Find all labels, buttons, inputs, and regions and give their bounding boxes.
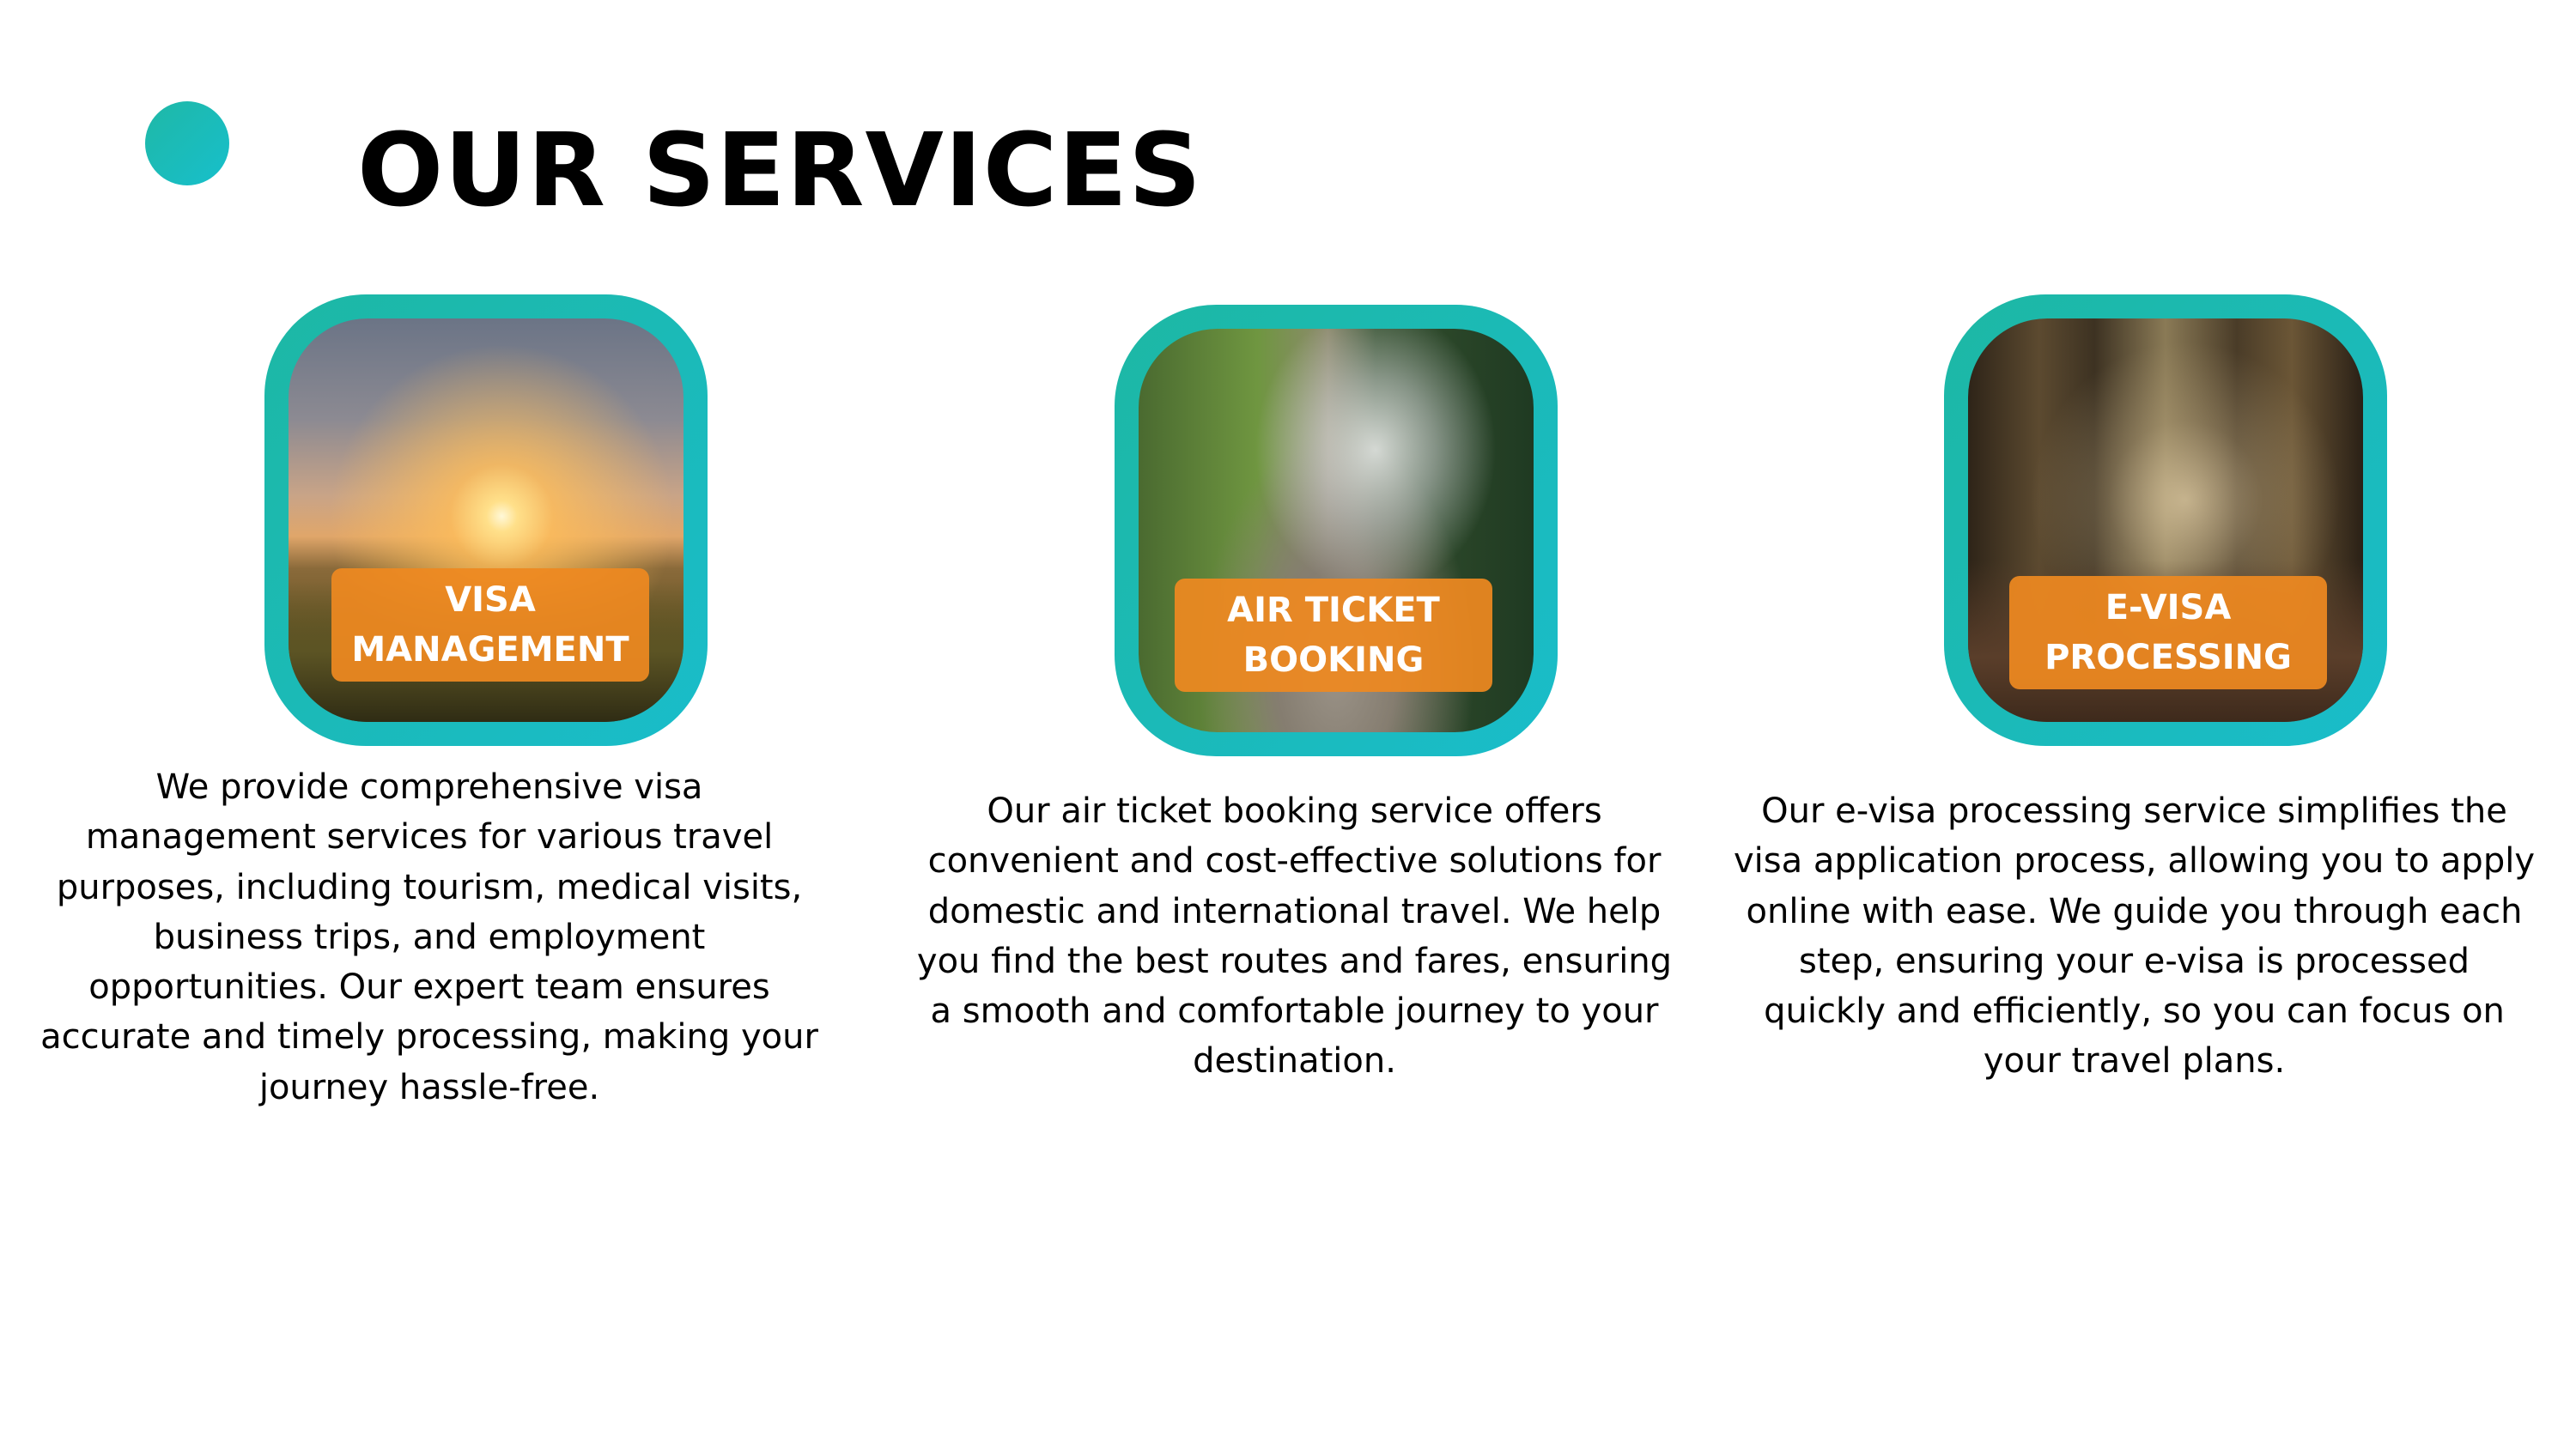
decorative-dot	[145, 101, 229, 185]
service-description: We provide comprehensive visa management…	[40, 767, 818, 1107]
service-description: Our air ticket booking service offers co…	[916, 791, 1673, 1082]
service-label: E-VISA PROCESSING	[2044, 588, 2292, 677]
page-title: OUR SERVICES	[357, 111, 1202, 229]
service-label-box: VISA MANAGEMENT	[331, 568, 649, 682]
service-label-box: E-VISA PROCESSING	[2009, 576, 2327, 689]
service-label: AIR TICKET BOOKING	[1227, 591, 1440, 680]
service-label-box: AIR TICKET BOOKING	[1175, 579, 1492, 692]
service-label: VISA MANAGEMENT	[351, 580, 629, 670]
service-description: Our e-visa processing service simplifies…	[1733, 791, 2535, 1082]
